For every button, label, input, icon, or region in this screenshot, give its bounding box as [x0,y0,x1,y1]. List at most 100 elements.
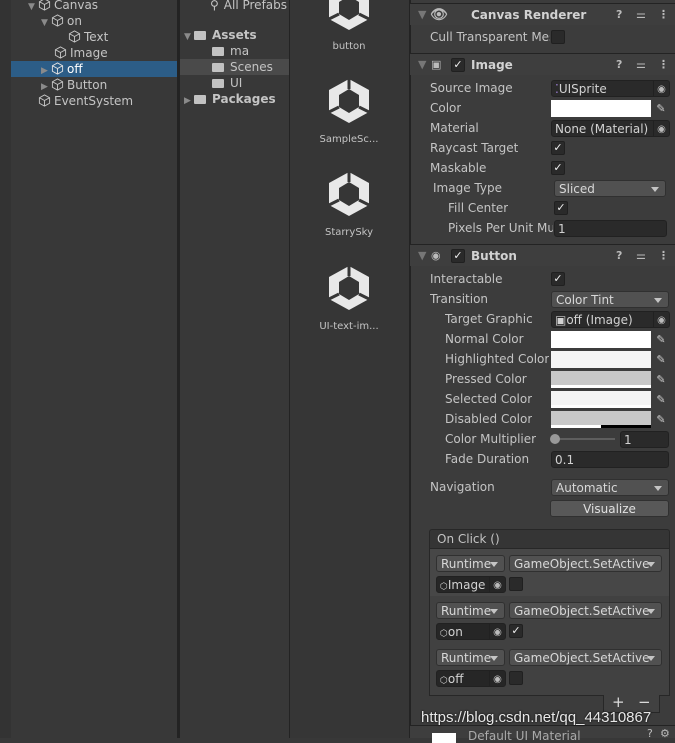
eyedropper-icon[interactable]: ✎ [653,411,669,428]
eyedropper-icon[interactable]: ✎ [653,371,669,388]
image-type-dropdown[interactable]: Sliced [554,180,666,197]
source-image-field[interactable]: ⁚UISprite ◉ [551,80,670,97]
item-label: Button [67,78,108,92]
eyedropper-icon[interactable]: ✎ [653,100,669,117]
component-header-button[interactable]: ▼ ◉ ✓ Button ? ⚌ ⋮ [410,244,675,266]
help-icon[interactable]: ? [616,4,622,26]
color-swatch[interactable] [551,100,651,117]
button-enabled-checkbox[interactable]: ✓ [451,249,465,263]
preset-icon[interactable]: ⚌ [636,245,646,267]
asset-ui-text-image[interactable]: UI-text-im... [294,262,404,332]
set-active-checkbox[interactable] [509,577,523,591]
cull-transparent-checkbox[interactable] [551,30,565,44]
disabled-color-swatch[interactable] [551,411,651,428]
fade-duration-input[interactable]: 0.1 [551,451,669,468]
hierarchy-item-on[interactable]: ▼ on [0,13,178,29]
settings-gear-icon[interactable]: ⚙ [660,727,670,740]
hierarchy-item-image[interactable]: Image [0,45,178,61]
hierarchy-item-button[interactable]: ▶ Button [0,77,178,93]
navigation-label: Navigation [430,480,495,494]
object-picker-icon[interactable]: ◉ [653,121,669,136]
expand-arrow-icon[interactable]: ▶ [184,93,194,109]
color-multiplier-slider-track[interactable] [553,438,615,440]
pressed-color-label: Pressed Color [445,372,527,386]
hierarchy-item-eventsystem[interactable]: EventSystem [0,93,178,109]
watermark: https://blog.csdn.net/qq_44310867 [421,709,652,726]
component-header-image[interactable]: ▼ ▣ ✓ Image ? ⚌ ⋮ [410,53,675,75]
folder-ma[interactable]: ma [212,43,249,59]
more-menu-icon[interactable]: ⋮ [658,54,669,76]
pixels-per-unit-input[interactable]: 1 [554,220,667,237]
object-picker-icon[interactable]: ◉ [653,312,669,327]
runtime-mode-dropdown[interactable]: Runtime [436,555,505,572]
help-icon[interactable]: ? [647,727,653,740]
more-menu-icon[interactable]: ⋮ [658,4,669,26]
material-field[interactable]: None (Material) ◉ [551,120,670,137]
interactable-label: Interactable [430,272,503,286]
folder-icon [212,79,224,88]
set-active-checkbox[interactable] [509,671,523,685]
more-menu-icon[interactable]: ⋮ [658,245,669,267]
component-title: Image [471,58,513,72]
set-active-checkbox[interactable]: ✓ [509,624,523,638]
normal-color-swatch[interactable] [551,331,651,348]
target-object-field[interactable]: ⬡off ◉ [436,670,506,687]
folder-packages[interactable]: ▶ Packages [184,91,276,107]
cull-transparent-label: Cull Transparent Mes [430,30,550,44]
folder-assets[interactable]: ▼ Assets [184,27,257,43]
image-enabled-checkbox[interactable]: ✓ [451,58,465,72]
fill-center-checkbox[interactable]: ✓ [554,201,568,215]
gameobject-icon [51,78,64,91]
runtime-mode-dropdown[interactable]: Runtime [436,602,505,619]
hierarchy-item-off[interactable]: ▶ off [0,61,178,77]
function-dropdown[interactable]: GameObject.SetActive [509,649,662,666]
help-icon[interactable]: ? [616,245,622,267]
eyedropper-icon[interactable]: ✎ [653,331,669,348]
target-object-field[interactable]: ⬡on ◉ [436,623,506,640]
asset-samplescene[interactable]: SampleSc... [294,75,404,145]
button-component-icon: ◉ [431,249,441,262]
foldout-arrow-icon[interactable]: ▼ [418,245,426,267]
target-object-field[interactable]: ⬡Image ◉ [436,576,506,593]
foldout-arrow-icon[interactable]: ▼ [418,54,426,76]
object-picker-icon[interactable]: ◉ [489,624,505,639]
navigation-dropdown[interactable]: Automatic [551,479,669,496]
target-graphic-field[interactable]: ▣off (Image) ◉ [551,311,670,328]
asset-button[interactable]: button [294,0,404,52]
target-graphic-label: Target Graphic [445,312,533,326]
interactable-checkbox[interactable]: ✓ [551,272,565,286]
runtime-mode-dropdown[interactable]: Runtime [436,649,505,666]
visualize-button[interactable]: Visualize [550,500,669,517]
preset-icon[interactable]: ⚌ [636,54,646,76]
eyedropper-icon[interactable]: ✎ [653,351,669,368]
folder-icon [194,95,206,104]
folder-ui[interactable]: UI [212,75,242,91]
selected-color-swatch[interactable] [551,391,651,408]
object-picker-icon[interactable]: ◉ [489,577,505,592]
pressed-color-swatch[interactable] [551,371,651,388]
asset-starrysky[interactable]: StarrySky [294,168,404,238]
item-label: All Prefabs [223,0,288,12]
component-header-canvas-renderer[interactable]: ▼ 👁 Canvas Renderer ? ⚌ ⋮ [410,3,675,25]
color-multiplier-slider-handle[interactable] [550,434,560,444]
function-dropdown[interactable]: GameObject.SetActive [509,602,662,619]
raycast-target-checkbox[interactable]: ✓ [551,141,565,155]
help-icon[interactable]: ? [616,54,622,76]
highlighted-color-swatch[interactable] [551,351,651,368]
function-dropdown[interactable]: GameObject.SetActive [509,555,662,572]
object-picker-icon[interactable]: ◉ [489,671,505,686]
eyedropper-icon[interactable]: ✎ [653,391,669,408]
pixels-per-unit-label: Pixels Per Unit Mul [448,221,553,235]
foldout-arrow-icon[interactable]: ▼ [418,4,426,26]
transition-dropdown[interactable]: Color Tint [551,291,669,308]
expand-arrow-icon[interactable]: ▼ [184,29,194,45]
all-prefabs-item[interactable]: ⚲ All Prefabs [210,0,287,13]
hierarchy-item-text[interactable]: Text [0,29,178,45]
hierarchy-item-canvas[interactable]: ▼ Canvas [0,0,178,13]
object-picker-icon[interactable]: ◉ [653,81,669,96]
color-multiplier-input[interactable]: 1 [620,431,669,448]
maskable-checkbox[interactable]: ✓ [551,161,565,175]
asset-label: button [332,41,366,52]
folder-scenes[interactable]: Scenes [180,59,289,75]
preset-icon[interactable]: ⚌ [636,4,646,26]
